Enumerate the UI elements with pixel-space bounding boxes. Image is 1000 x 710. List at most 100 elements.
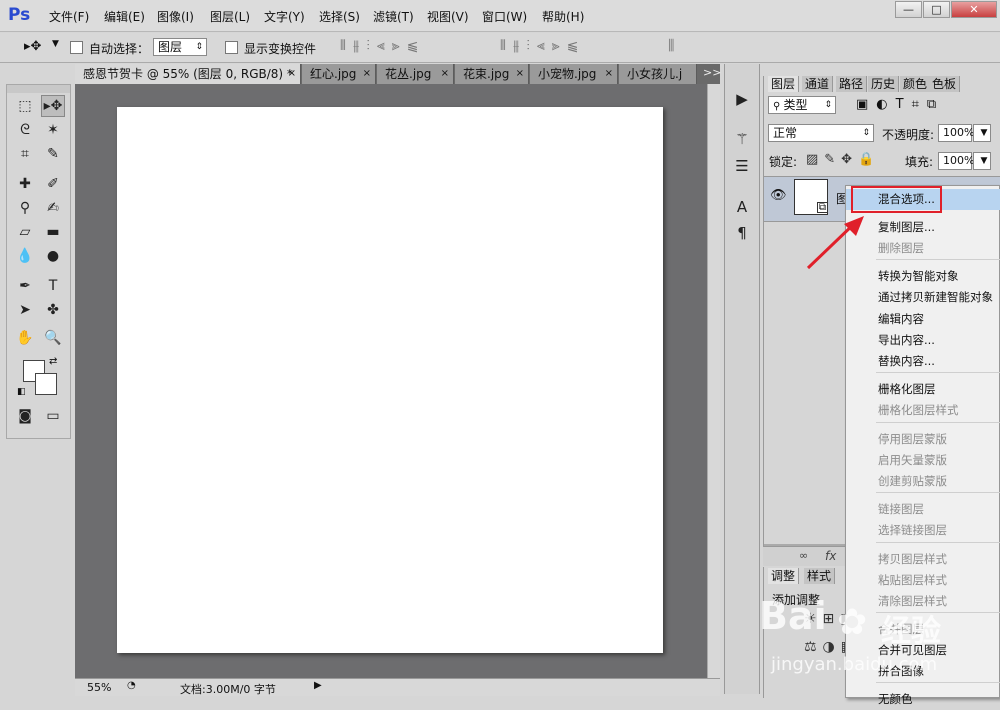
context-menu-item[interactable]: 编辑内容 xyxy=(846,309,1000,330)
fill-dropdown-icon[interactable]: ▼ xyxy=(973,152,991,170)
vertical-scrollbar[interactable] xyxy=(707,84,720,678)
quick-mask-icon[interactable]: ◙ xyxy=(13,405,37,427)
crop-tool-icon[interactable]: ⌗ xyxy=(13,143,37,165)
auto-align-icon[interactable]: ⫼ xyxy=(668,38,674,54)
marquee-tool-icon[interactable]: ⬚ xyxy=(13,95,37,117)
move-tool-icon[interactable]: ▸✥ xyxy=(41,95,65,117)
tab-color[interactable]: 颜色 xyxy=(900,76,932,92)
opacity-dropdown-icon[interactable]: ▼ xyxy=(973,124,991,142)
lock-label: 锁定: xyxy=(769,155,798,169)
document-canvas[interactable] xyxy=(117,107,663,653)
auto-select-dropdown[interactable]: 图层 ⇕ xyxy=(153,38,207,56)
tab-layers[interactable]: 图层 xyxy=(768,76,800,92)
menu-image[interactable]: 图像(I) xyxy=(157,8,194,25)
close-tab-icon[interactable]: × xyxy=(605,64,613,84)
distribute-icons[interactable]: ⫴⫵⫶⫷⫸⫹ xyxy=(500,38,585,54)
eraser-tool-icon[interactable]: ▱ xyxy=(13,221,37,243)
eyedropper-tool-icon[interactable]: ✎ xyxy=(41,143,65,165)
default-colors-icon[interactable]: ◧ xyxy=(17,387,26,397)
lock-icons[interactable]: ▨✎✥🔒 xyxy=(806,152,880,167)
context-menu-item[interactable]: 栅格化图层 xyxy=(846,379,1000,400)
layer-filter-icons[interactable]: ▣◐T⌗⧉ xyxy=(856,97,944,112)
layer-filter-dropdown[interactable]: ⚲ 类型 ⇕ xyxy=(768,96,836,114)
menu-separator xyxy=(876,259,1000,260)
close-window-button[interactable]: ✕ xyxy=(951,1,997,18)
screen-mode-icon[interactable]: ▭ xyxy=(41,405,65,427)
type-tool-icon[interactable]: T xyxy=(41,275,65,297)
menu-filter[interactable]: 滤镜(T) xyxy=(373,8,414,25)
menu-layer[interactable]: 图层(L) xyxy=(210,8,250,25)
minimize-button[interactable]: — xyxy=(895,1,922,18)
tab-flowers[interactable]: 花丛.jpg × xyxy=(377,64,454,84)
fill-input[interactable]: 100% xyxy=(938,152,974,170)
path-selection-tool-icon[interactable]: ➤ xyxy=(13,299,37,321)
align-icons[interactable]: ⫴⫵⫶⫷⫸⫹ xyxy=(340,38,425,54)
brush-tool-icon[interactable]: ✐ xyxy=(41,173,65,195)
hand-tool-icon[interactable]: ✋ xyxy=(13,327,37,349)
auto-select-checkbox[interactable] xyxy=(70,41,83,54)
move-tool-preset-icon[interactable]: ▸✥ xyxy=(24,39,41,54)
chevron-down-icon[interactable]: ▼ xyxy=(52,39,59,49)
gradient-tool-icon[interactable]: ▬ xyxy=(41,221,65,243)
menu-window[interactable]: 窗口(W) xyxy=(482,8,527,25)
lasso-tool-icon[interactable]: ᘓ xyxy=(13,119,37,141)
brush-presets-icon[interactable]: ⚚ xyxy=(728,128,756,150)
visibility-eye-icon[interactable]: 👁 xyxy=(770,188,787,203)
context-menu-item[interactable]: 无颜色 xyxy=(846,689,1000,710)
toolbox-grip[interactable] xyxy=(7,85,70,93)
context-menu-item[interactable]: 拼合图像 xyxy=(846,661,1000,682)
context-menu-item[interactable]: 通过拷贝新建智能对象 xyxy=(846,287,1000,308)
fx-icon[interactable]: fx xyxy=(825,549,836,563)
close-tab-icon[interactable]: × xyxy=(288,64,296,84)
tab-bouquet[interactable]: 花束.jpg × xyxy=(455,64,529,84)
tab-adjustments[interactable]: 调整 xyxy=(768,568,800,584)
menu-file[interactable]: 文件(F) xyxy=(49,8,89,25)
magic-wand-tool-icon[interactable]: ✶ xyxy=(41,119,65,141)
tab-history[interactable]: 历史 xyxy=(868,76,900,92)
play-action-icon[interactable]: ▶ xyxy=(728,88,756,110)
shape-tool-icon[interactable]: ✤ xyxy=(41,299,65,321)
layer-thumbnail[interactable]: ⧉ xyxy=(794,179,828,215)
tab-hearts[interactable]: 红心.jpg × xyxy=(302,64,376,84)
pen-tool-icon[interactable]: ✒ xyxy=(13,275,37,297)
context-menu-item[interactable]: 合并可见图层 xyxy=(846,640,1000,661)
status-info-icon[interactable]: ◔ xyxy=(127,680,136,691)
close-tab-icon[interactable]: × xyxy=(516,64,524,84)
opacity-input[interactable]: 100% xyxy=(938,124,974,142)
show-transform-checkbox[interactable] xyxy=(225,41,238,54)
show-transform-label: 显示变换控件 xyxy=(244,42,317,56)
dodge-tool-icon[interactable]: ● xyxy=(41,245,65,267)
close-tab-icon[interactable]: × xyxy=(441,64,449,84)
history-brush-tool-icon[interactable]: ✍ xyxy=(41,197,65,219)
background-color-swatch[interactable] xyxy=(35,373,57,395)
menu-edit[interactable]: 编辑(E) xyxy=(104,8,145,25)
tab-paths[interactable]: 路径 xyxy=(836,76,868,92)
zoom-level[interactable]: 55% xyxy=(87,681,111,694)
menu-select[interactable]: 选择(S) xyxy=(319,8,360,25)
tab-channels[interactable]: 通道 xyxy=(802,76,834,92)
healing-brush-tool-icon[interactable]: ✚ xyxy=(13,173,37,195)
swap-colors-icon[interactable]: ⇄ xyxy=(49,356,57,367)
close-tab-icon[interactable]: × xyxy=(363,64,371,84)
tool-presets-icon[interactable]: ☰ xyxy=(728,155,756,177)
blur-tool-icon[interactable]: 💧 xyxy=(13,245,37,267)
context-menu-item[interactable]: 导出内容... xyxy=(846,330,1000,351)
status-arrow-icon[interactable]: ▶ xyxy=(314,680,322,691)
clone-stamp-tool-icon[interactable]: ⚲ xyxy=(13,197,37,219)
tab-swatches[interactable]: 色板 xyxy=(929,76,961,92)
zoom-tool-icon[interactable]: 🔍 xyxy=(41,327,65,349)
context-menu-item[interactable]: 替换内容... xyxy=(846,351,1000,372)
link-layers-icon[interactable]: ∞ xyxy=(799,549,808,562)
tab-girl[interactable]: 小女孩儿.j xyxy=(619,64,697,84)
tab-pet[interactable]: 小宠物.jpg × xyxy=(530,64,618,84)
character-panel-icon[interactable]: A xyxy=(728,196,756,218)
tab-overflow-icon[interactable]: >> xyxy=(703,66,721,79)
menu-type[interactable]: 文字(Y) xyxy=(264,8,305,25)
tab-styles[interactable]: 样式 xyxy=(804,568,836,584)
tab-card[interactable]: 感恩节贺卡 @ 55% (图层 0, RGB/8) * × xyxy=(75,64,301,84)
paragraph-panel-icon[interactable]: ¶ xyxy=(728,222,756,244)
menu-view[interactable]: 视图(V) xyxy=(427,8,469,25)
maximize-button[interactable]: □ xyxy=(923,1,950,18)
menu-help[interactable]: 帮助(H) xyxy=(542,8,584,25)
blend-mode-dropdown[interactable]: 正常 ⇕ xyxy=(768,124,874,142)
